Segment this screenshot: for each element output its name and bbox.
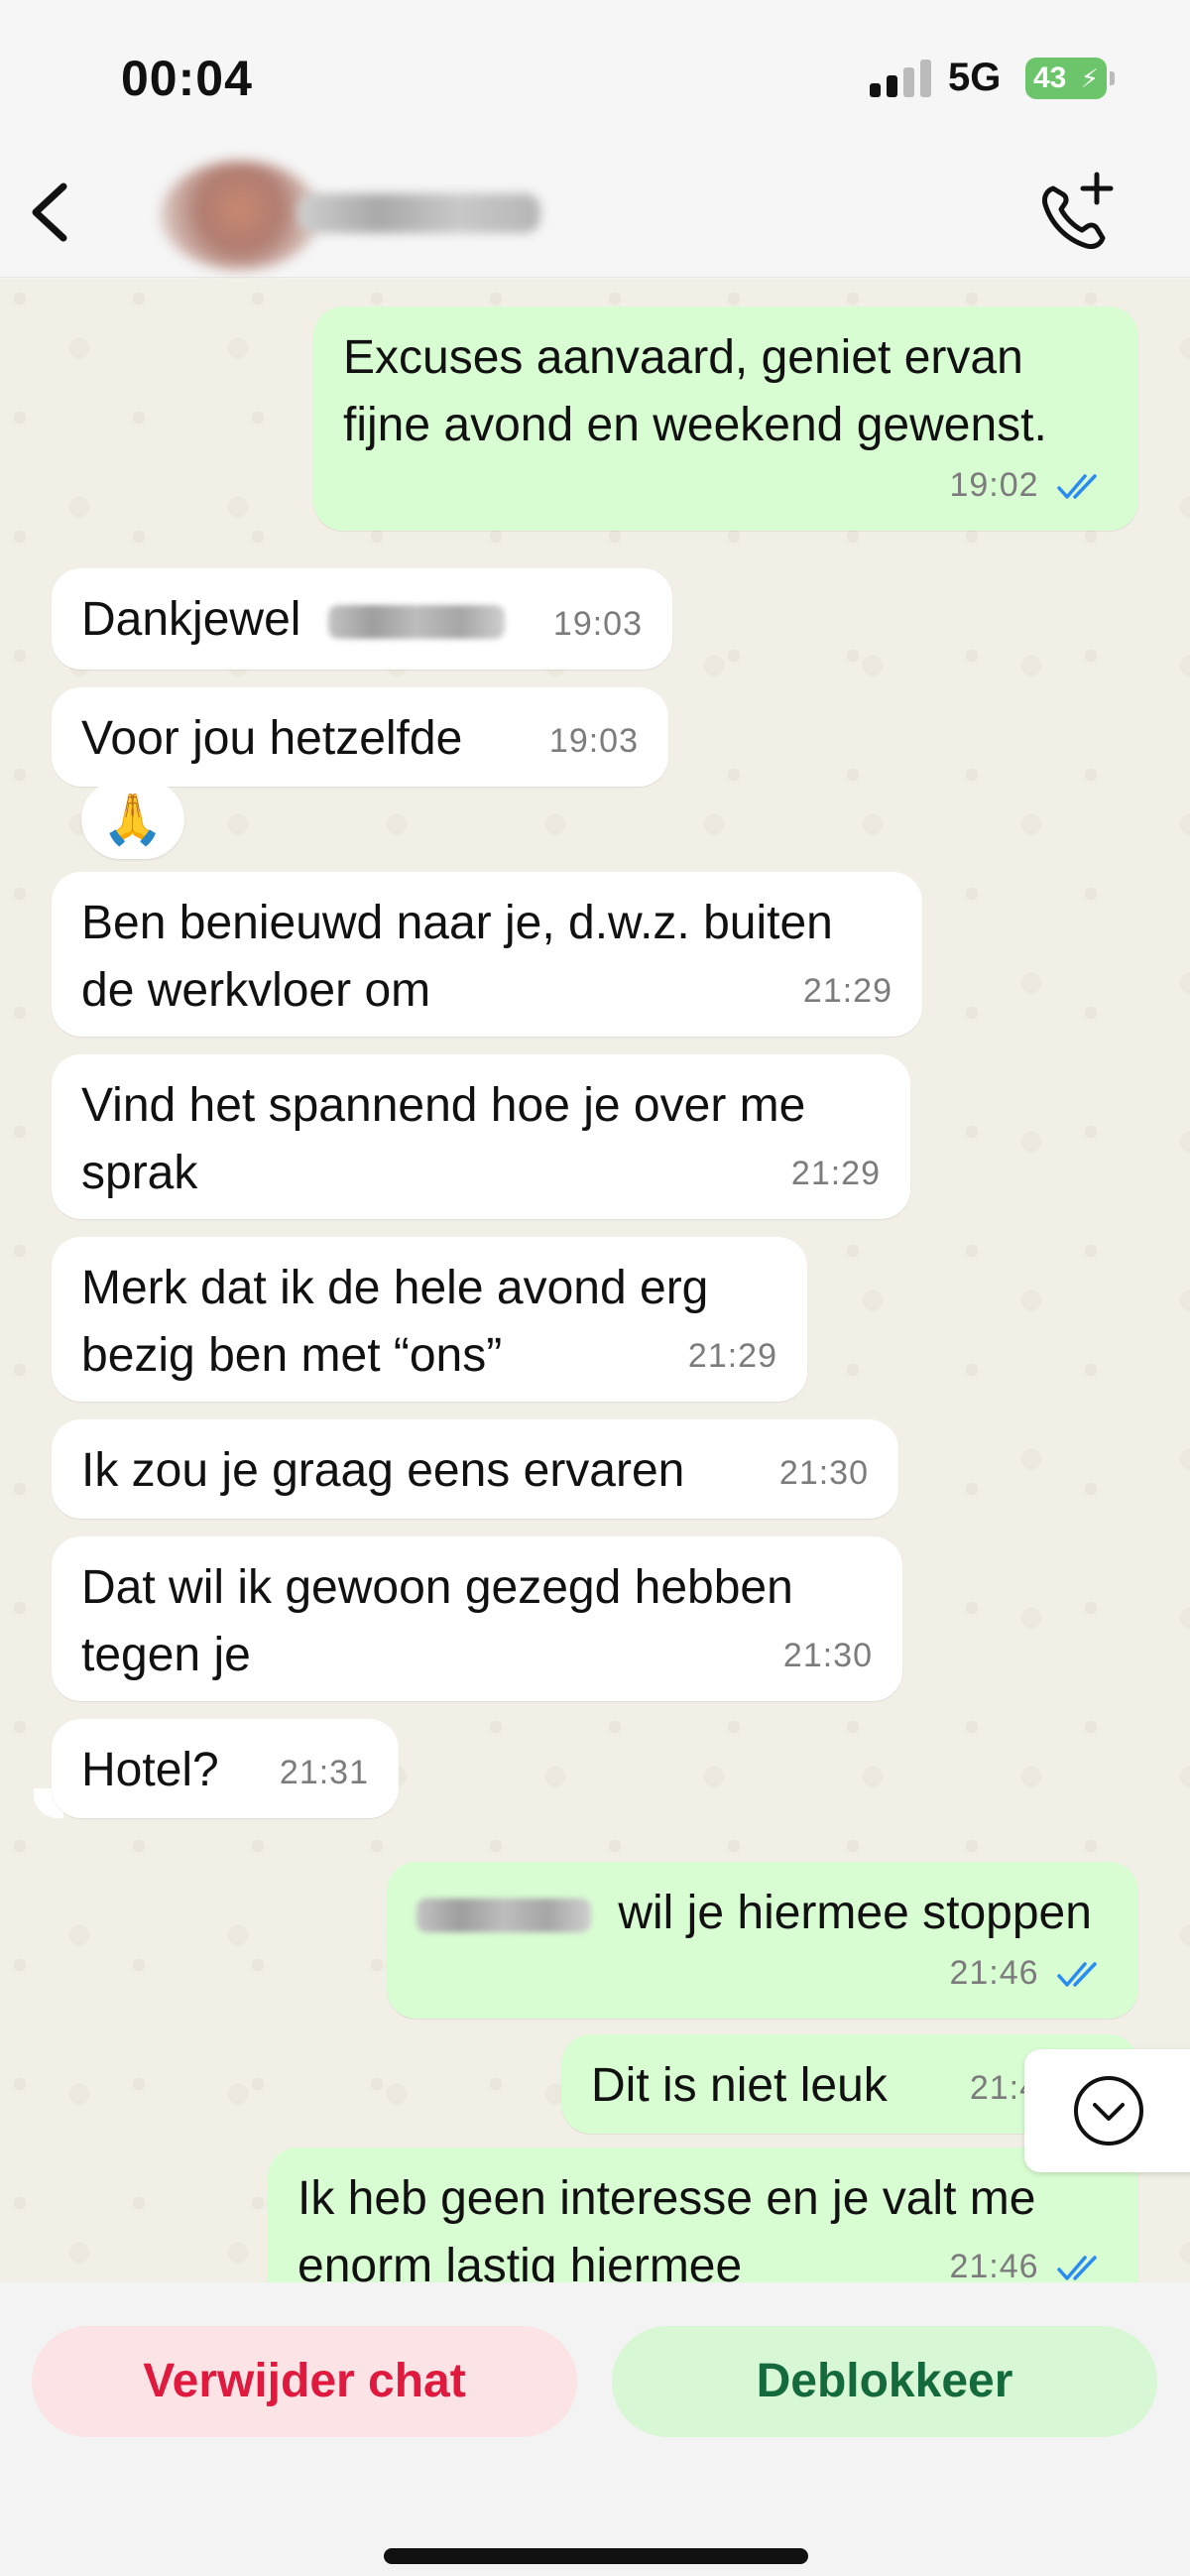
chevron-down-circle-icon <box>1074 2076 1143 2146</box>
message-meta: 21:46 <box>949 1939 1109 2007</box>
message-text: Hotel? <box>81 1744 219 1796</box>
cellular-signal-icon <box>870 60 931 97</box>
message-text: Dankjewel <box>81 593 301 646</box>
message-line: sprak <box>81 1147 198 1199</box>
battery-icon: 43 ⚡ <box>1025 58 1115 99</box>
call-button[interactable] <box>1031 169 1121 258</box>
message-time: 19:03 <box>548 722 639 760</box>
message-time: 21:46 <box>949 1954 1039 1992</box>
phone-plus-icon <box>1042 172 1114 249</box>
message-time: 21:46 <box>949 2248 1039 2282</box>
message-line: Ik heb geen interesse en je valt me <box>298 2172 1036 2225</box>
incoming-message[interactable]: Dat wil ik gewoon gezegd hebben tegen je… <box>52 1536 902 1701</box>
battery-level: 43 <box>1033 61 1067 94</box>
chat-messages-area[interactable]: Excuses aanvaard, geniet ervan fijne avo… <box>0 279 1190 2282</box>
message-line: de werkvloer om <box>81 964 431 1017</box>
message-meta: 21:29 <box>791 1140 881 1207</box>
message-meta: 21:30 <box>779 1439 869 1507</box>
message-line: Excuses aanvaard, geniet ervan <box>343 331 1023 384</box>
message-time: 21:29 <box>687 1337 777 1375</box>
incoming-message[interactable]: Ben benieuwd naar je, d.w.z. buiten de w… <box>52 872 922 1037</box>
incoming-message[interactable]: Vind het spannend hoe je over me sprak 2… <box>52 1054 910 1219</box>
read-ticks-icon <box>1057 474 1097 499</box>
chevron-left-icon <box>32 183 67 242</box>
message-time: 21:29 <box>802 972 892 1010</box>
incoming-message[interactable]: Ik zou je graag eens ervaren 21:30 <box>52 1419 898 1519</box>
outgoing-message[interactable]: wil je hiermee stoppen 21:46 <box>387 1862 1138 2019</box>
home-indicator[interactable] <box>384 2548 808 2564</box>
message-time: 21:30 <box>778 1454 869 1492</box>
message-line: Dat wil ik gewoon gezegd hebben <box>81 1561 793 1614</box>
back-button[interactable] <box>22 173 91 252</box>
message-line: Merk dat ik de hele avond erg <box>81 1262 709 1314</box>
incoming-message[interactable]: Voor jou hetzelfde 19:03 <box>52 687 668 787</box>
scroll-to-bottom-button[interactable] <box>1024 2049 1190 2172</box>
read-ticks-icon <box>1057 2256 1097 2280</box>
incoming-message[interactable]: Merk dat ik de hele avond erg bezig ben … <box>52 1237 807 1402</box>
chat-header <box>0 149 1190 278</box>
status-bar: 00:04 5G 43 ⚡ <box>0 0 1190 149</box>
message-line: Vind het spannend hoe je over me <box>81 1079 806 1132</box>
message-meta: 19:02 <box>949 451 1109 519</box>
message-meta: 19:03 <box>553 590 643 658</box>
message-text: Voor jou hetzelfde <box>81 712 463 765</box>
message-reaction[interactable]: 🙏 <box>81 780 184 859</box>
outgoing-message[interactable]: Excuses aanvaard, geniet ervan fijne avo… <box>313 307 1138 531</box>
unblock-button[interactable]: Deblokkeer <box>612 2326 1157 2437</box>
message-line: Ben benieuwd naar je, d.w.z. buiten <box>81 897 833 949</box>
message-text: wil je hiermee stoppen <box>618 1887 1092 1939</box>
status-time: 00:04 <box>121 51 253 106</box>
outgoing-message[interactable]: Ik heb geen interesse en je valt me enor… <box>268 2147 1138 2282</box>
read-ticks-icon <box>1057 1962 1097 1987</box>
redacted-name <box>416 1899 591 1933</box>
message-meta: 21:29 <box>803 957 892 1025</box>
message-time: 21:30 <box>782 1637 873 1674</box>
message-meta: 21:31 <box>280 1739 369 1806</box>
message-time: 21:31 <box>279 1754 369 1791</box>
message-time: 19:02 <box>949 466 1039 504</box>
message-line: fijne avond en weekend gewenst. <box>343 399 1047 451</box>
message-meta: 21:30 <box>783 1622 873 1689</box>
message-meta: 19:03 <box>549 707 639 775</box>
message-meta: 21:29 <box>688 1322 777 1390</box>
network-type: 5G <box>948 56 1002 99</box>
incoming-message[interactable]: Dankjewel 19:03 <box>52 568 672 670</box>
incoming-message[interactable]: Hotel? 21:31 <box>52 1719 399 1818</box>
message-meta: 21:46 <box>949 2233 1109 2282</box>
contact-name-redacted[interactable] <box>298 193 540 233</box>
contact-avatar[interactable] <box>161 161 319 270</box>
message-time: 21:29 <box>790 1155 881 1192</box>
blocked-contact-actions: Verwijder chat Deblokkeer <box>0 2282 1190 2576</box>
delete-chat-button[interactable]: Verwijder chat <box>32 2326 577 2437</box>
message-line: bezig ben met “ons” <box>81 1329 503 1382</box>
message-text: Ik zou je graag eens ervaren <box>81 1444 685 1497</box>
message-line: tegen je <box>81 1629 251 1681</box>
charging-bolt-icon: ⚡ <box>1080 63 1099 93</box>
redacted-name <box>327 605 505 640</box>
message-time: 19:03 <box>552 605 643 643</box>
message-text: Dit is niet leuk <box>591 2059 888 2112</box>
